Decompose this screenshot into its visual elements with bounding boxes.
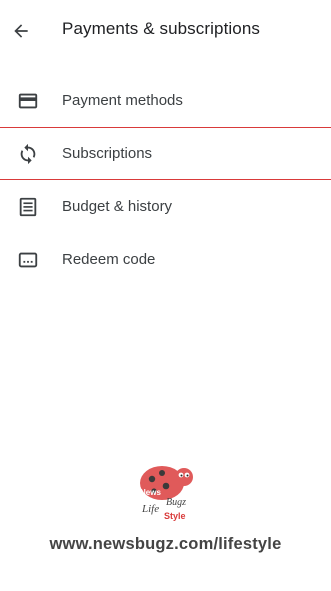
app-bar: Payments & subscriptions [0,0,331,62]
watermark: News Life Bugz Style www.newsbugz.com/li… [0,455,331,565]
menu-item-label: Redeem code [62,251,156,268]
menu-item-budget-history[interactable]: Budget & history [0,180,331,233]
newsbugz-logo-icon: News Life Bugz Style [140,466,193,521]
receipt-list-icon [17,196,39,218]
credit-card-icon [17,90,39,112]
menu-item-label: Payment methods [62,92,183,109]
sync-icon [17,143,39,165]
watermark-url: www.newsbugz.com/lifestyle [49,535,282,553]
logo-text-left: Life [141,503,159,515]
menu-item-subscriptions[interactable]: Subscriptions [0,127,331,180]
arrow-back-icon [14,24,28,38]
logo-text-right: Bugz [166,497,186,508]
back-button[interactable] [8,18,34,44]
page-title: Payments & subscriptions [62,19,260,38]
menu-item-label: Subscriptions [62,145,153,162]
menu-item-redeem-code[interactable]: Redeem code [0,233,331,286]
redeem-code-icon [17,249,39,271]
logo-text-bottom: Style [164,511,186,521]
logo-text-top: News [140,488,161,497]
menu-list: Payment methods Subscriptions Budget & h… [0,74,331,286]
menu-item-label: Budget & history [62,198,173,215]
menu-item-payment-methods[interactable]: Payment methods [0,74,331,127]
